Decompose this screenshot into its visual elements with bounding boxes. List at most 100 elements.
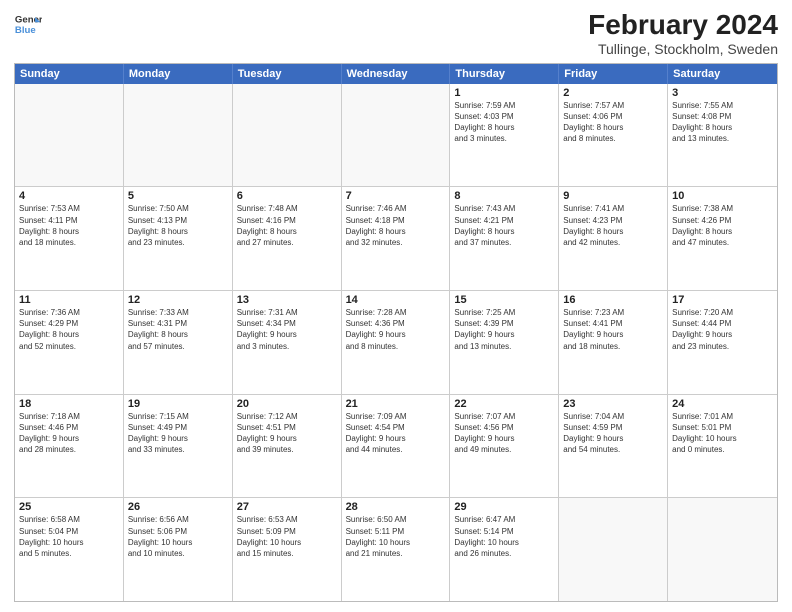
day-info: Sunrise: 7:50 AM Sunset: 4:13 PM Dayligh… <box>128 203 228 248</box>
day-info: Sunrise: 6:50 AM Sunset: 5:11 PM Dayligh… <box>346 514 446 559</box>
day-info: Sunrise: 6:56 AM Sunset: 5:06 PM Dayligh… <box>128 514 228 559</box>
header-day-wednesday: Wednesday <box>342 64 451 84</box>
day-cell-20: 20Sunrise: 7:12 AM Sunset: 4:51 PM Dayli… <box>233 395 342 498</box>
day-cell-1: 1Sunrise: 7:59 AM Sunset: 4:03 PM Daylig… <box>450 84 559 187</box>
day-number: 19 <box>128 398 228 410</box>
day-number: 1 <box>454 87 554 99</box>
day-number: 14 <box>346 294 446 306</box>
day-number: 20 <box>237 398 337 410</box>
title-block: February 2024 Tullinge, Stockholm, Swede… <box>588 10 778 57</box>
day-info: Sunrise: 7:09 AM Sunset: 4:54 PM Dayligh… <box>346 411 446 456</box>
day-cell-17: 17Sunrise: 7:20 AM Sunset: 4:44 PM Dayli… <box>668 291 777 394</box>
day-info: Sunrise: 7:55 AM Sunset: 4:08 PM Dayligh… <box>672 100 773 145</box>
day-cell-24: 24Sunrise: 7:01 AM Sunset: 5:01 PM Dayli… <box>668 395 777 498</box>
day-number: 29 <box>454 501 554 513</box>
day-number: 10 <box>672 190 773 202</box>
day-cell-10: 10Sunrise: 7:38 AM Sunset: 4:26 PM Dayli… <box>668 187 777 290</box>
day-info: Sunrise: 6:47 AM Sunset: 5:14 PM Dayligh… <box>454 514 554 559</box>
day-number: 28 <box>346 501 446 513</box>
empty-cell <box>124 84 233 187</box>
day-info: Sunrise: 6:53 AM Sunset: 5:09 PM Dayligh… <box>237 514 337 559</box>
day-cell-14: 14Sunrise: 7:28 AM Sunset: 4:36 PM Dayli… <box>342 291 451 394</box>
day-cell-21: 21Sunrise: 7:09 AM Sunset: 4:54 PM Dayli… <box>342 395 451 498</box>
day-number: 25 <box>19 501 119 513</box>
day-number: 2 <box>563 87 663 99</box>
day-info: Sunrise: 7:43 AM Sunset: 4:21 PM Dayligh… <box>454 203 554 248</box>
day-cell-22: 22Sunrise: 7:07 AM Sunset: 4:56 PM Dayli… <box>450 395 559 498</box>
svg-text:Blue: Blue <box>15 25 36 36</box>
svg-text:General: General <box>15 14 42 25</box>
day-info: Sunrise: 7:04 AM Sunset: 4:59 PM Dayligh… <box>563 411 663 456</box>
day-number: 11 <box>19 294 119 306</box>
day-info: Sunrise: 7:23 AM Sunset: 4:41 PM Dayligh… <box>563 307 663 352</box>
header: General Blue February 2024 Tullinge, Sto… <box>14 10 778 57</box>
day-cell-13: 13Sunrise: 7:31 AM Sunset: 4:34 PM Dayli… <box>233 291 342 394</box>
day-info: Sunrise: 7:01 AM Sunset: 5:01 PM Dayligh… <box>672 411 773 456</box>
empty-cell <box>233 84 342 187</box>
header-day-tuesday: Tuesday <box>233 64 342 84</box>
day-number: 18 <box>19 398 119 410</box>
day-info: Sunrise: 7:46 AM Sunset: 4:18 PM Dayligh… <box>346 203 446 248</box>
day-number: 9 <box>563 190 663 202</box>
day-info: Sunrise: 7:31 AM Sunset: 4:34 PM Dayligh… <box>237 307 337 352</box>
day-info: Sunrise: 7:38 AM Sunset: 4:26 PM Dayligh… <box>672 203 773 248</box>
day-info: Sunrise: 7:25 AM Sunset: 4:39 PM Dayligh… <box>454 307 554 352</box>
day-info: Sunrise: 7:07 AM Sunset: 4:56 PM Dayligh… <box>454 411 554 456</box>
day-cell-29: 29Sunrise: 6:47 AM Sunset: 5:14 PM Dayli… <box>450 498 559 601</box>
header-day-monday: Monday <box>124 64 233 84</box>
day-cell-26: 26Sunrise: 6:56 AM Sunset: 5:06 PM Dayli… <box>124 498 233 601</box>
location-subtitle: Tullinge, Stockholm, Sweden <box>588 41 778 57</box>
header-day-thursday: Thursday <box>450 64 559 84</box>
day-info: Sunrise: 7:48 AM Sunset: 4:16 PM Dayligh… <box>237 203 337 248</box>
day-info: Sunrise: 7:20 AM Sunset: 4:44 PM Dayligh… <box>672 307 773 352</box>
empty-cell <box>668 498 777 601</box>
day-cell-12: 12Sunrise: 7:33 AM Sunset: 4:31 PM Dayli… <box>124 291 233 394</box>
week-row-3: 18Sunrise: 7:18 AM Sunset: 4:46 PM Dayli… <box>15 395 777 499</box>
day-info: Sunrise: 7:41 AM Sunset: 4:23 PM Dayligh… <box>563 203 663 248</box>
day-cell-16: 16Sunrise: 7:23 AM Sunset: 4:41 PM Dayli… <box>559 291 668 394</box>
day-cell-3: 3Sunrise: 7:55 AM Sunset: 4:08 PM Daylig… <box>668 84 777 187</box>
day-cell-4: 4Sunrise: 7:53 AM Sunset: 4:11 PM Daylig… <box>15 187 124 290</box>
day-number: 16 <box>563 294 663 306</box>
empty-cell <box>15 84 124 187</box>
logo-icon: General Blue <box>14 10 42 38</box>
day-cell-23: 23Sunrise: 7:04 AM Sunset: 4:59 PM Dayli… <box>559 395 668 498</box>
empty-cell <box>559 498 668 601</box>
day-info: Sunrise: 7:18 AM Sunset: 4:46 PM Dayligh… <box>19 411 119 456</box>
day-number: 6 <box>237 190 337 202</box>
day-number: 5 <box>128 190 228 202</box>
day-info: Sunrise: 7:28 AM Sunset: 4:36 PM Dayligh… <box>346 307 446 352</box>
day-number: 4 <box>19 190 119 202</box>
week-row-0: 1Sunrise: 7:59 AM Sunset: 4:03 PM Daylig… <box>15 84 777 188</box>
day-number: 8 <box>454 190 554 202</box>
day-cell-7: 7Sunrise: 7:46 AM Sunset: 4:18 PM Daylig… <box>342 187 451 290</box>
week-row-2: 11Sunrise: 7:36 AM Sunset: 4:29 PM Dayli… <box>15 291 777 395</box>
day-cell-28: 28Sunrise: 6:50 AM Sunset: 5:11 PM Dayli… <box>342 498 451 601</box>
day-cell-19: 19Sunrise: 7:15 AM Sunset: 4:49 PM Dayli… <box>124 395 233 498</box>
day-number: 27 <box>237 501 337 513</box>
day-cell-18: 18Sunrise: 7:18 AM Sunset: 4:46 PM Dayli… <box>15 395 124 498</box>
day-cell-15: 15Sunrise: 7:25 AM Sunset: 4:39 PM Dayli… <box>450 291 559 394</box>
day-number: 26 <box>128 501 228 513</box>
month-year-title: February 2024 <box>588 10 778 41</box>
day-number: 24 <box>672 398 773 410</box>
calendar-body: 1Sunrise: 7:59 AM Sunset: 4:03 PM Daylig… <box>15 84 777 601</box>
day-cell-11: 11Sunrise: 7:36 AM Sunset: 4:29 PM Dayli… <box>15 291 124 394</box>
day-number: 22 <box>454 398 554 410</box>
empty-cell <box>342 84 451 187</box>
day-cell-6: 6Sunrise: 7:48 AM Sunset: 4:16 PM Daylig… <box>233 187 342 290</box>
calendar-container: SundayMondayTuesdayWednesdayThursdayFrid… <box>14 63 778 602</box>
page: General Blue February 2024 Tullinge, Sto… <box>0 0 792 612</box>
day-number: 13 <box>237 294 337 306</box>
day-info: Sunrise: 7:53 AM Sunset: 4:11 PM Dayligh… <box>19 203 119 248</box>
day-info: Sunrise: 7:33 AM Sunset: 4:31 PM Dayligh… <box>128 307 228 352</box>
header-day-saturday: Saturday <box>668 64 777 84</box>
day-number: 17 <box>672 294 773 306</box>
day-number: 12 <box>128 294 228 306</box>
day-cell-2: 2Sunrise: 7:57 AM Sunset: 4:06 PM Daylig… <box>559 84 668 187</box>
day-info: Sunrise: 7:57 AM Sunset: 4:06 PM Dayligh… <box>563 100 663 145</box>
day-cell-5: 5Sunrise: 7:50 AM Sunset: 4:13 PM Daylig… <box>124 187 233 290</box>
week-row-4: 25Sunrise: 6:58 AM Sunset: 5:04 PM Dayli… <box>15 498 777 601</box>
day-cell-25: 25Sunrise: 6:58 AM Sunset: 5:04 PM Dayli… <box>15 498 124 601</box>
day-info: Sunrise: 7:12 AM Sunset: 4:51 PM Dayligh… <box>237 411 337 456</box>
